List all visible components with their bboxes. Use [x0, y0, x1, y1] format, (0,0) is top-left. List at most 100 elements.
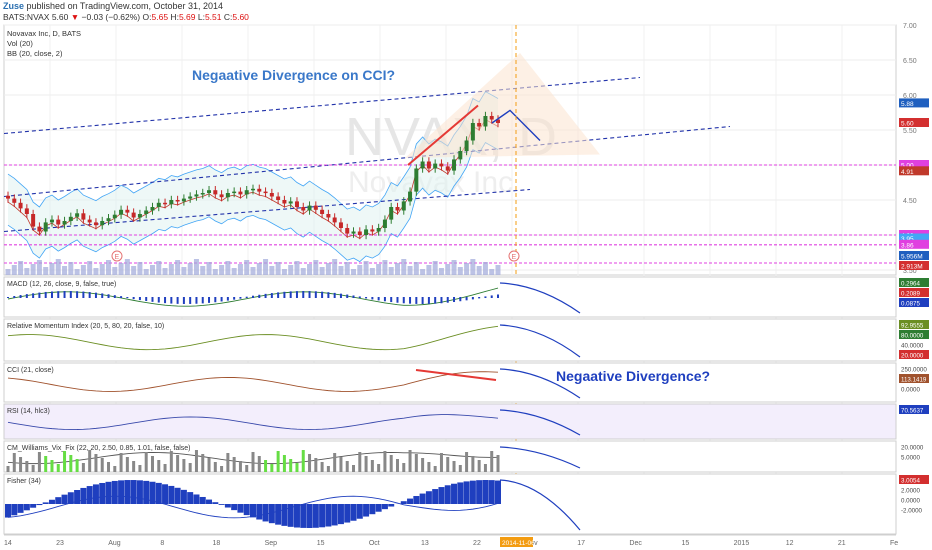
earnings-marker-text: E	[512, 254, 517, 261]
vix-bar	[433, 466, 437, 472]
volume-bar	[394, 263, 400, 275]
volume-bar	[24, 268, 30, 275]
vix-bar	[94, 454, 98, 472]
vix-bar	[377, 464, 381, 472]
candle-body	[320, 209, 325, 214]
candle-body	[131, 212, 136, 218]
chart-area[interactable]: NVAX, DNovavax IncNovavax Inc, D, BATSVo…	[0, 22, 932, 550]
fisher-hist-bar	[356, 504, 363, 519]
macd-hist-bar	[440, 297, 443, 304]
volume-bar	[275, 262, 281, 275]
vix-bar	[125, 457, 129, 472]
candle-body	[288, 201, 293, 204]
volume-label: 5.956M	[901, 254, 923, 261]
vix-bar	[314, 458, 318, 472]
vix-bar	[88, 450, 92, 472]
fisher-hist-bar	[174, 487, 181, 504]
x-tick: Sep	[265, 540, 278, 547]
macd-hist-bar	[63, 291, 66, 298]
author-name[interactable]: Zuse	[3, 1, 24, 11]
ohlc-value: 5.60	[232, 12, 249, 22]
candle-body	[458, 151, 463, 160]
fisher-hist-bar	[350, 504, 357, 521]
volume-bar	[112, 267, 118, 275]
candle-body	[225, 193, 230, 198]
fisher-hist-bar	[130, 480, 137, 504]
vix-bar	[56, 464, 60, 472]
vix-bar	[238, 461, 242, 472]
fisher-hist-bar	[256, 504, 263, 520]
volume-bar	[457, 267, 463, 275]
fisher-hist-bar	[218, 504, 225, 505]
candle-body	[169, 200, 174, 205]
candle-body	[194, 194, 199, 197]
ohlc-value: 5.51	[204, 12, 222, 22]
vix-bar	[169, 451, 173, 472]
vix-bar	[326, 466, 330, 472]
vix-bar	[282, 455, 286, 472]
candle-body	[294, 201, 299, 207]
macd-hist-bar	[327, 292, 330, 298]
volume-bar	[250, 267, 256, 275]
macd-hist-bar	[38, 292, 41, 298]
macd-hist-bar	[145, 297, 148, 302]
fisher-hist-bar	[36, 504, 43, 506]
fisher-hist-bar	[48, 499, 55, 504]
macd-hist-bar	[239, 297, 242, 299]
macd-hist-bar	[233, 297, 236, 300]
fisher-hist-bar	[293, 504, 300, 528]
macd-hist-bar	[396, 297, 399, 303]
fisher-hist-bar	[469, 480, 476, 504]
vix-bar	[496, 455, 500, 472]
candle-body	[181, 198, 186, 202]
vix-bar	[414, 454, 418, 472]
macd-hist-bar	[308, 291, 311, 298]
vix-bar	[471, 456, 475, 472]
candle-body	[244, 190, 249, 195]
pane-value: 0.0000	[901, 387, 920, 394]
candle-body	[282, 200, 287, 204]
pane-value: 0.2089	[901, 291, 920, 298]
x-tick: 15	[682, 540, 690, 547]
x-tick: 14	[4, 540, 12, 547]
macd-hist-bar	[25, 294, 28, 298]
candle-body	[433, 163, 438, 169]
candle-body	[238, 191, 243, 195]
candle-body	[213, 190, 218, 195]
vix-bar	[408, 450, 412, 472]
fisher-hist-bar	[300, 504, 307, 528]
volume-bar	[187, 263, 193, 275]
macd-hist-bar	[13, 296, 16, 298]
candle-body	[24, 208, 29, 214]
candle-body	[232, 191, 237, 194]
volume-bar	[43, 267, 49, 275]
fisher-hist-bar	[375, 504, 382, 512]
pane-value: 0.0000	[901, 498, 920, 505]
volume-bar	[181, 267, 187, 275]
ohlc-key: O:	[142, 12, 152, 22]
vix-bar	[289, 459, 293, 472]
candle-body	[37, 226, 42, 232]
price-label: 4.91	[901, 169, 914, 176]
x-tick: Fe	[890, 540, 898, 547]
x-tick: Dec	[629, 540, 642, 547]
pane-value: 80.0000	[901, 333, 924, 340]
macd-hist-bar	[69, 291, 72, 298]
vix-bar	[201, 454, 205, 472]
pane-label-rsi: RSI (14, hlc3)	[7, 408, 50, 415]
volume-bar	[401, 259, 407, 275]
macd-hist-bar	[302, 291, 305, 298]
macd-hist-bar	[383, 297, 386, 302]
volume-bar	[476, 266, 482, 275]
publish-info: published on TradingView.com, October 31…	[26, 1, 223, 11]
macd-hist-bar	[321, 291, 324, 298]
vix-bar	[477, 460, 481, 472]
volume-bar	[351, 269, 357, 275]
volume-bar	[420, 269, 426, 275]
macd-hist-bar	[201, 297, 204, 304]
candle-body	[12, 198, 17, 203]
price-label: 5.60	[901, 121, 914, 128]
volume-bar	[244, 260, 250, 275]
pane-value: 0.0875	[901, 301, 920, 308]
macd-hist-bar	[44, 291, 47, 298]
